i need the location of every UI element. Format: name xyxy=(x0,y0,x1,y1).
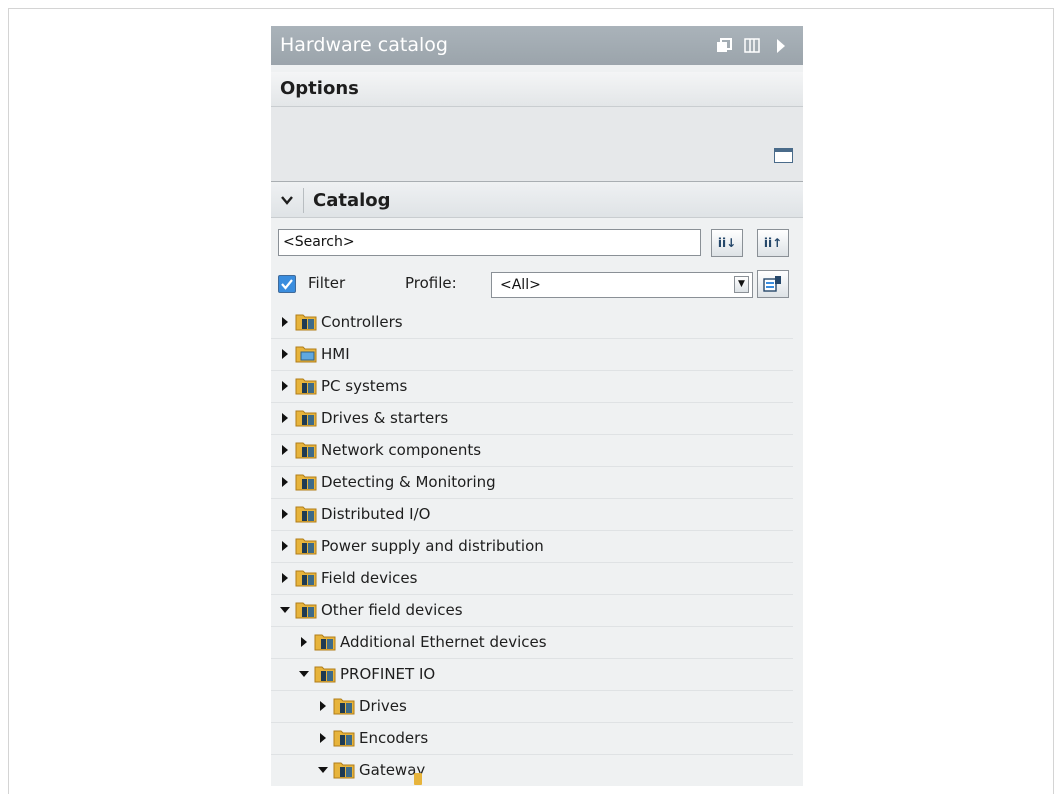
tree-item[interactable]: HMI xyxy=(271,339,793,371)
filter-label: Filter xyxy=(308,274,346,292)
pin-panel-icon[interactable] xyxy=(744,26,760,65)
folder-module-icon xyxy=(295,442,317,459)
options-label: Options xyxy=(280,78,359,99)
folder-module-icon xyxy=(314,666,336,683)
hardware-catalog-panel: Hardware catalog Options Catalog <Search… xyxy=(271,26,803,786)
folder-module-icon xyxy=(314,634,336,651)
tree-item[interactable]: Network components xyxy=(271,435,793,467)
tree-item-label: Drives & starters xyxy=(321,409,449,427)
folder-module-icon xyxy=(333,698,355,715)
profile-select-value: <All> xyxy=(500,277,541,293)
folder-module-icon xyxy=(295,538,317,555)
expand-arrow-right-icon[interactable] xyxy=(279,444,291,456)
expand-arrow-right-icon[interactable] xyxy=(279,316,291,328)
header-divider xyxy=(303,188,304,213)
search-input[interactable]: <Search> xyxy=(278,229,701,256)
folder-module-icon xyxy=(333,762,355,779)
tree-item-label: PC systems xyxy=(321,377,408,395)
tree-item[interactable]: PROFINET IO xyxy=(271,659,793,691)
profile-select[interactable]: <All> ▼ xyxy=(491,272,753,298)
profile-options-button[interactable] xyxy=(757,270,789,298)
tree-item[interactable]: Controllers xyxy=(271,307,793,339)
tree-item[interactable]: Drives xyxy=(271,691,793,723)
expand-arrow-right-icon[interactable] xyxy=(279,380,291,392)
folder-module-icon xyxy=(295,378,317,395)
tree-item[interactable]: Other field devices xyxy=(271,595,793,627)
expand-arrow-right-icon[interactable] xyxy=(298,636,310,648)
options-toolbar xyxy=(271,107,803,182)
expand-arrow-down-icon[interactable] xyxy=(298,668,310,680)
filter-row: Filter Profile: <All> ▼ xyxy=(271,270,803,300)
tree-item[interactable]: Distributed I/O xyxy=(271,499,793,531)
tree-item-label: Controllers xyxy=(321,313,403,331)
expand-arrow-right-icon[interactable] xyxy=(279,476,291,488)
tree-item-label: Power supply and distribution xyxy=(321,537,544,555)
folder-module-icon xyxy=(333,730,355,747)
search-up-button[interactable]: ii↑ xyxy=(757,229,789,257)
folder-module-icon xyxy=(295,506,317,523)
profile-options-icon xyxy=(763,276,781,292)
tree-item-label: Network components xyxy=(321,441,482,459)
expand-arrow-right-icon[interactable] xyxy=(317,732,329,744)
tree-item-label: Detecting & Monitoring xyxy=(321,473,496,491)
expand-arrow-down-icon[interactable] xyxy=(279,604,291,616)
tree-item-label: Drives xyxy=(359,697,407,715)
chevron-down-icon[interactable]: ▼ xyxy=(734,276,749,293)
expand-arrow-right-icon[interactable] xyxy=(279,540,291,552)
tree-item[interactable]: Field devices xyxy=(271,563,793,595)
tree-item[interactable]: Additional Ethernet devices xyxy=(271,627,793,659)
catalog-label: Catalog xyxy=(313,190,391,211)
tree-item-label: Other field devices xyxy=(321,601,463,619)
tree-item[interactable]: Power supply and distribution xyxy=(271,531,793,563)
tree-item-label: Field devices xyxy=(321,569,418,587)
profile-label: Profile: xyxy=(405,274,457,292)
panel-layout-icon[interactable] xyxy=(774,148,793,163)
catalog-section-header[interactable]: Catalog xyxy=(271,184,803,218)
folder-module-icon xyxy=(295,602,317,619)
search-down-button[interactable]: ii↓ xyxy=(711,229,743,257)
expand-arrow-right-icon[interactable] xyxy=(317,700,329,712)
folder-hmi-icon xyxy=(295,346,317,363)
expand-arrow-right-icon[interactable] xyxy=(279,348,291,360)
tree-item-label: Distributed I/O xyxy=(321,505,431,523)
tree-item[interactable]: PC systems xyxy=(271,371,793,403)
tree-item[interactable]: Encoders xyxy=(271,723,793,755)
collapse-arrow-icon[interactable] xyxy=(775,26,787,65)
folder-module-icon xyxy=(295,474,317,491)
expand-arrow-down-icon[interactable] xyxy=(317,764,329,776)
tree-item[interactable]: Detecting & Monitoring xyxy=(271,467,793,499)
tree-item[interactable]: Drives & starters xyxy=(271,403,793,435)
panel-title: Hardware catalog xyxy=(280,34,448,56)
folder-icon-partial xyxy=(414,773,422,785)
options-section-header[interactable]: Options xyxy=(271,72,803,107)
tree-item-label: PROFINET IO xyxy=(340,665,436,683)
expand-arrow-right-icon[interactable] xyxy=(279,508,291,520)
chevron-down-icon[interactable] xyxy=(280,184,294,228)
folder-module-icon xyxy=(295,410,317,427)
folder-module-icon xyxy=(295,570,317,587)
folder-module-icon xyxy=(295,314,317,331)
tree-item-label: Additional Ethernet devices xyxy=(340,633,547,651)
expand-arrow-right-icon[interactable] xyxy=(279,412,291,424)
panel-titlebar: Hardware catalog xyxy=(271,26,803,65)
restore-window-icon[interactable] xyxy=(716,26,732,65)
tree-item-label: Encoders xyxy=(359,729,429,747)
filter-checkbox[interactable] xyxy=(278,275,296,293)
tree-item[interactable]: Gateway xyxy=(271,755,793,786)
expand-arrow-right-icon[interactable] xyxy=(279,572,291,584)
tree-item-label: HMI xyxy=(321,345,350,363)
